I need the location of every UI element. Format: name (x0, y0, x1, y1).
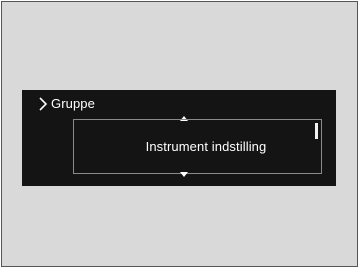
breadcrumb-label: Gruppe (51, 96, 95, 111)
scroll-thumb[interactable] (315, 123, 318, 139)
scrollbar[interactable] (315, 123, 318, 177)
display-screen: Gruppe Instrument indstilling (22, 90, 336, 186)
chevron-down-icon[interactable] (177, 171, 191, 177)
menu-item-label: Instrument indstilling (145, 139, 267, 154)
figure-frame: Gruppe Instrument indstilling (1, 1, 358, 267)
menu-item-instrument-settings[interactable]: Instrument indstilling (73, 119, 322, 174)
breadcrumb[interactable]: Gruppe (37, 95, 95, 113)
chevron-right-icon (39, 97, 48, 111)
